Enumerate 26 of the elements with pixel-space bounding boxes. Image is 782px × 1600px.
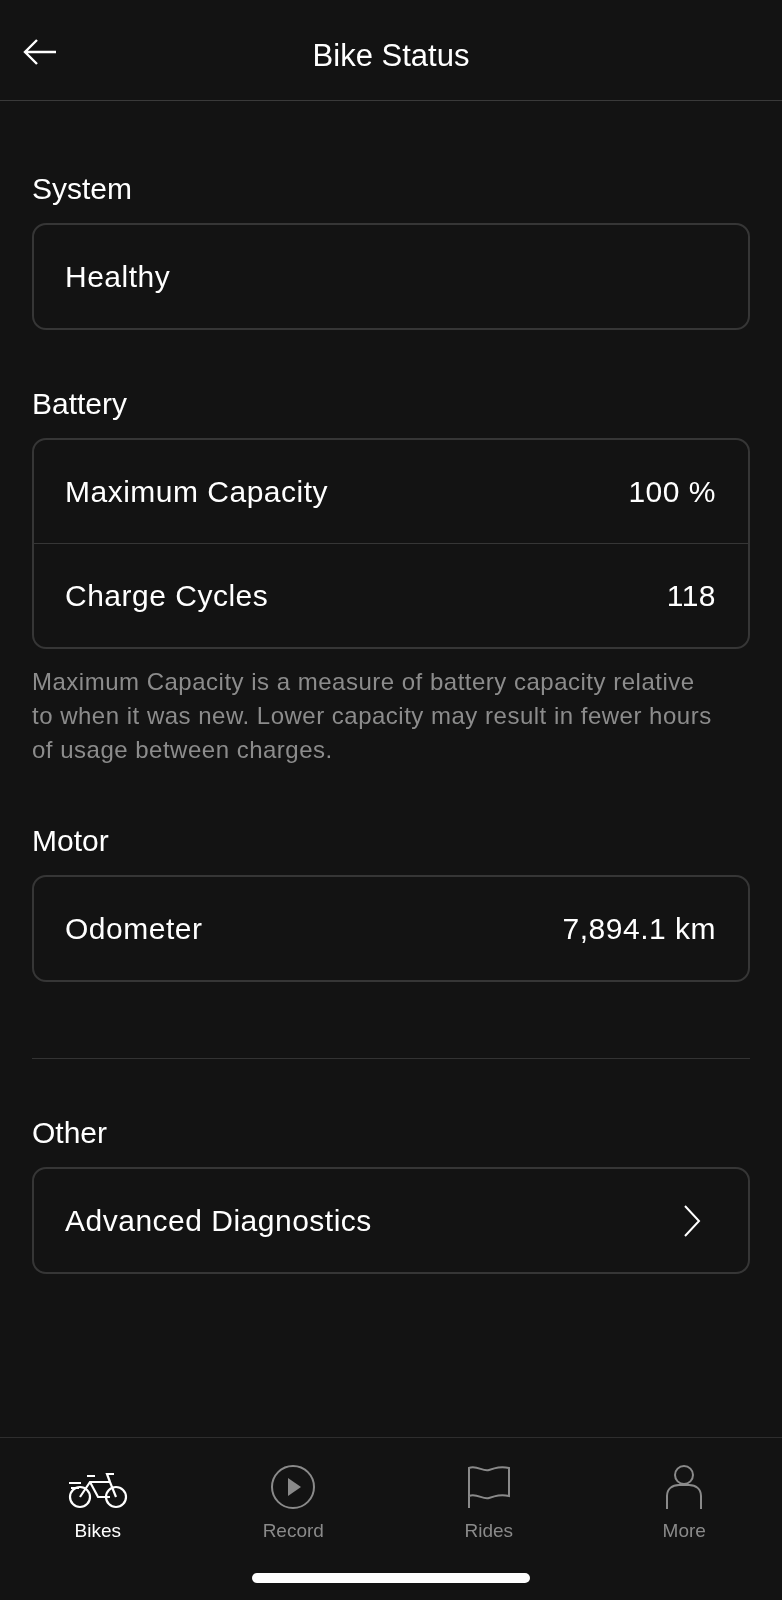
row-value: 118 bbox=[666, 578, 716, 613]
back-button[interactable] bbox=[22, 38, 58, 66]
tab-item[interactable]: Record bbox=[195, 1452, 391, 1542]
row-value: 7,894.1 km bbox=[562, 911, 716, 946]
section-title: Other bbox=[32, 1115, 109, 1151]
chevron-right-icon bbox=[682, 1203, 702, 1238]
bicycle-icon bbox=[66, 1470, 129, 1510]
row-label: Charge Cycles bbox=[65, 578, 269, 613]
section-title: Battery bbox=[32, 386, 129, 422]
row-value: 100 % bbox=[628, 474, 716, 509]
tab-item[interactable]: Bikes bbox=[0, 1452, 196, 1542]
tab-item[interactable]: Rides bbox=[391, 1452, 587, 1542]
screen-title: Bike Status bbox=[312, 38, 470, 74]
back-arrow-icon bbox=[22, 38, 58, 66]
footnote-text: Maximum Capacity is a measure of battery capacity relative to when it was new. Lower capacity may result in fewer hours of usage between charges. bbox=[32, 667, 713, 765]
row-label: Maximum Capacity bbox=[65, 474, 329, 509]
person-icon bbox=[664, 1464, 705, 1510]
tab-item[interactable]: More bbox=[586, 1452, 782, 1542]
list-row[interactable]: Advanced Diagnostics bbox=[34, 1169, 748, 1272]
status-text: Healthy bbox=[65, 259, 171, 294]
flag-icon bbox=[465, 1464, 512, 1510]
section-title: System bbox=[32, 171, 134, 207]
section-title: Motor bbox=[32, 823, 110, 859]
row-label: Odometer bbox=[65, 911, 203, 946]
play-icon bbox=[270, 1464, 317, 1510]
row-label: Advanced Diagnostics bbox=[65, 1203, 372, 1238]
